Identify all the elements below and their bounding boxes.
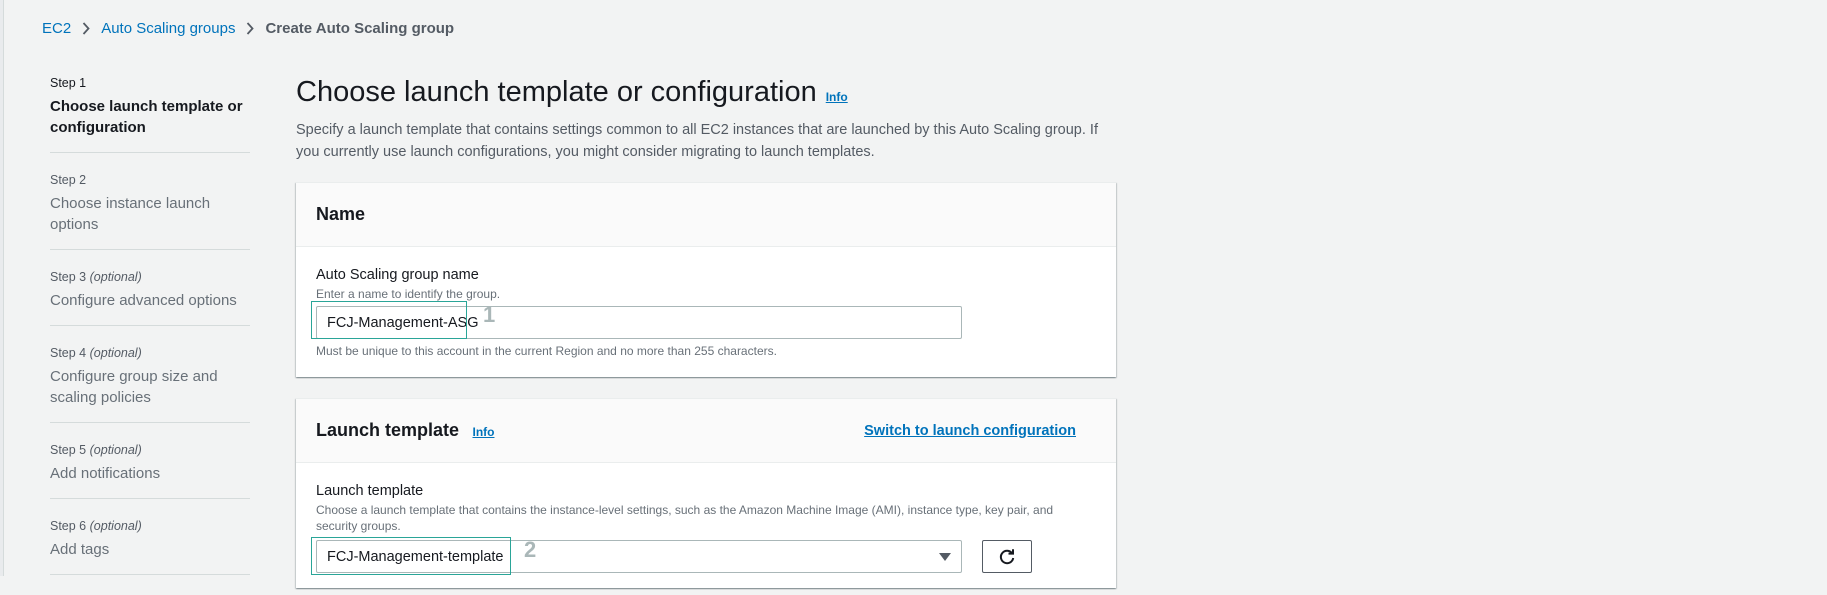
breadcrumb-ec2[interactable]: EC2 bbox=[42, 20, 71, 37]
wizard-step-6[interactable]: Step 6 (optional) Add tags bbox=[50, 519, 250, 575]
step-number: Step 1 bbox=[50, 76, 87, 90]
launch-template-description: Choose a launch template that contains t… bbox=[316, 503, 1054, 533]
step-title: Configure advanced options bbox=[50, 292, 237, 309]
main-content: Choose launch template or configuration … bbox=[296, 76, 1116, 163]
asg-name-input[interactable]: FCJ-Management-ASG bbox=[316, 306, 962, 339]
launch-template-info-link[interactable]: Info bbox=[472, 425, 494, 439]
chevron-right-icon bbox=[246, 22, 255, 35]
step-title: Configure group size and scaling policie… bbox=[50, 368, 218, 406]
step-title: Choose launch template or configuration bbox=[50, 98, 243, 136]
launch-template-select-row: FCJ-Management-template bbox=[316, 540, 1096, 573]
wizard-step-3[interactable]: Step 3 (optional) Configure advanced opt… bbox=[50, 270, 250, 326]
switch-to-launch-configuration-link[interactable]: Switch to launch configuration bbox=[864, 423, 1076, 439]
launch-template-label: Launch template bbox=[316, 483, 424, 499]
launch-template-panel-header: Launch template Info Switch to launch co… bbox=[296, 399, 1116, 463]
refresh-icon bbox=[999, 548, 1015, 564]
wizard-steps: Step 1 Choose launch template or configu… bbox=[50, 76, 250, 595]
launch-template-selected: FCJ-Management-template bbox=[327, 548, 504, 565]
chevron-right-icon bbox=[82, 22, 90, 35]
step-number: Step 5 (optional) bbox=[50, 443, 142, 457]
launch-template-header-left: Launch template Info bbox=[316, 420, 494, 441]
wizard-step-4[interactable]: Step 4 (optional) Configure group size a… bbox=[50, 346, 250, 423]
name-panel-body: Auto Scaling group name Enter a name to … bbox=[296, 247, 1116, 358]
annotation-badge-2: 2 bbox=[524, 537, 537, 562]
left-edge bbox=[0, 0, 4, 576]
breadcrumb: EC2 Auto Scaling groups Create Auto Scal… bbox=[42, 20, 454, 37]
launch-template-panel-title: Launch template bbox=[316, 420, 460, 440]
asg-name-label: Auto Scaling group name bbox=[316, 267, 479, 283]
wizard-step-2[interactable]: Step 2 Choose instance launch options bbox=[50, 173, 250, 250]
wizard-step-1: Step 1 Choose launch template or configu… bbox=[50, 76, 250, 153]
wizard-step-5[interactable]: Step 5 (optional) Add notifications bbox=[50, 443, 250, 499]
step-number: Step 4 (optional) bbox=[50, 346, 142, 360]
asg-name-description: Enter a name to identify the group. bbox=[316, 287, 501, 301]
annotation-badge-1: 1 bbox=[483, 302, 496, 327]
page-description: Specify a launch template that contains … bbox=[296, 122, 1098, 160]
page-title: Choose launch template or configuration bbox=[296, 76, 817, 108]
launch-template-select[interactable]: FCJ-Management-template bbox=[316, 540, 962, 573]
name-panel: Name Auto Scaling group name Enter a nam… bbox=[296, 182, 1116, 377]
refresh-button[interactable] bbox=[982, 540, 1032, 573]
step-number: Step 2 bbox=[50, 173, 87, 187]
step-number: Step 3 (optional) bbox=[50, 270, 142, 284]
info-link[interactable]: Info bbox=[826, 90, 848, 104]
page-title-row: Choose launch template or configuration … bbox=[296, 76, 1116, 109]
breadcrumb-auto-scaling-groups[interactable]: Auto Scaling groups bbox=[101, 20, 235, 37]
step-title: Add tags bbox=[50, 541, 110, 558]
asg-name-value: FCJ-Management-ASG bbox=[327, 314, 479, 331]
step-title: Choose instance launch options bbox=[50, 195, 211, 233]
caret-down-icon bbox=[939, 553, 951, 561]
breadcrumb-current: Create Auto Scaling group bbox=[265, 20, 455, 37]
launch-template-panel-body: Launch template Choose a launch template… bbox=[296, 463, 1116, 573]
name-panel-title: Name bbox=[316, 204, 366, 224]
step-number: Step 6 (optional) bbox=[50, 519, 142, 533]
asg-name-constraint: Must be unique to this account in the cu… bbox=[316, 344, 777, 358]
name-panel-header: Name bbox=[296, 183, 1116, 247]
step-title: Add notifications bbox=[50, 465, 161, 482]
launch-template-panel: Launch template Info Switch to launch co… bbox=[296, 398, 1116, 588]
